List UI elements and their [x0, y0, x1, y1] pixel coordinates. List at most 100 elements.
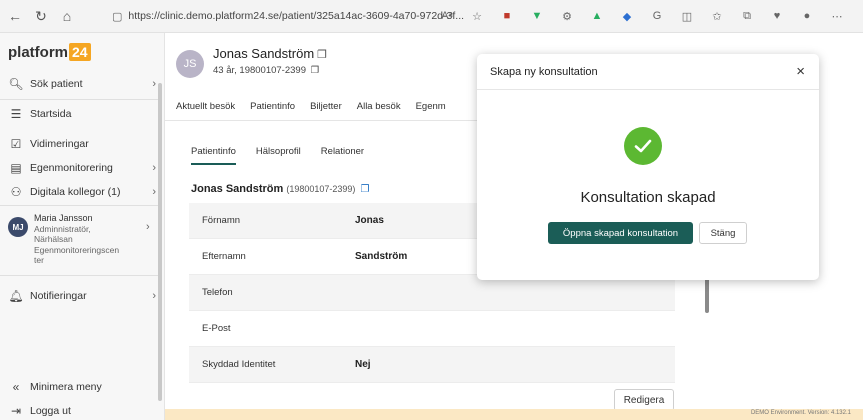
- patient-tabs: Aktuellt besök Patientinfo Biljetter All…: [165, 93, 495, 121]
- people-icon: ⚇: [10, 185, 22, 199]
- extension-green-icon[interactable]: ▼: [526, 6, 548, 26]
- section-title: Jonas Sandström (19800107-2399) ❐: [191, 183, 369, 195]
- sidebar-item-label: Vidimeringar: [30, 138, 89, 150]
- checkbox-icon: ☑: [10, 137, 22, 151]
- avatar: MJ: [8, 217, 28, 237]
- sidebar-item-digitala-kollegor[interactable]: ⚇ Digitala kollegor (1) ›: [8, 185, 156, 199]
- user-org: Egenmonitoreringscen: [34, 244, 120, 255]
- close-icon[interactable]: ×: [796, 63, 805, 80]
- split-screen-icon[interactable]: ◫: [676, 6, 698, 26]
- sidebar-item-egenmonitorering[interactable]: ▤ Egenmonitorering ›: [8, 161, 156, 175]
- back-icon[interactable]: ←: [4, 5, 26, 27]
- row-value: Jonas: [355, 215, 384, 226]
- double-chevron-left-icon: «: [12, 380, 20, 394]
- edit-button[interactable]: Redigera: [614, 389, 674, 411]
- row-label: Efternamn: [202, 251, 246, 262]
- success-message: Konsultation skapad: [580, 189, 716, 206]
- close-button[interactable]: Stäng: [699, 222, 747, 244]
- extension-red-icon[interactable]: ■: [496, 6, 518, 26]
- content-scrollbar[interactable]: [705, 278, 709, 313]
- section-pnr: (19800107-2399): [286, 184, 356, 194]
- logout-icon: ⇥: [10, 404, 22, 418]
- tab-biljetter[interactable]: Biljetter: [310, 101, 342, 112]
- sidebar-item-label: Egenmonitorering: [30, 162, 113, 174]
- extension-blue-icon[interactable]: ◆: [616, 6, 638, 26]
- monitor-icon: ▤: [10, 161, 22, 175]
- patient-name: Jonas Sandström: [213, 46, 315, 61]
- profile-icon[interactable]: ●: [796, 6, 818, 26]
- logo-text: platform: [8, 43, 68, 61]
- address-bar[interactable]: ▢ https://clinic.demo.platform24.se/pati…: [112, 5, 482, 27]
- extension-g-icon[interactable]: G: [646, 6, 668, 26]
- environment-version: DEMO Environment. Version: 4.132.1: [750, 410, 851, 416]
- table-row: Skyddad Identitet Nej: [189, 347, 675, 383]
- favorite-star-icon[interactable]: ☆: [466, 6, 488, 26]
- row-value: Nej: [355, 359, 371, 370]
- user-name: Maria Jansson: [34, 213, 93, 223]
- url-text: https://clinic.demo.platform24.se/patien…: [128, 10, 465, 22]
- copy-icon[interactable]: ❐: [361, 184, 370, 195]
- logout-button[interactable]: ⇥ Logga ut: [8, 404, 156, 418]
- favorites-icon[interactable]: ✩: [706, 6, 728, 26]
- user-role: Adminnistratör,: [34, 223, 91, 234]
- sidebar-item-label: Sök patient: [30, 78, 83, 90]
- row-value: Sandström: [355, 251, 408, 262]
- bell-icon: 🔔︎: [8, 289, 24, 303]
- user-info: Maria Jansson Adminnistratör, Närhälsan …: [34, 213, 134, 266]
- home-icon[interactable]: ⌂: [56, 5, 78, 27]
- copy-icon[interactable]: ❐: [317, 49, 327, 61]
- browser-toolbar: ← ↻ ⌂ ▢ https://clinic.demo.platform24.s…: [0, 0, 863, 33]
- sidebar-item-label: Logga ut: [30, 405, 71, 417]
- subtab-patientinfo[interactable]: Patientinfo: [191, 146, 236, 165]
- divider: [0, 99, 160, 100]
- age-pnr-text: 43 år, 19800107-2399: [213, 65, 306, 76]
- user-org: Närhälsan: [34, 234, 73, 244]
- lock-icon: ▢: [112, 10, 123, 23]
- sidebar-item-label: Notifieringar: [30, 290, 87, 302]
- tab-egenmonitorering[interactable]: Egenm: [416, 101, 446, 112]
- table-row: E-Post: [189, 311, 675, 347]
- logo-number: 24: [69, 43, 91, 61]
- patient-age-pnr: 43 år, 19800107-2399 ❐: [213, 65, 319, 76]
- copy-icon[interactable]: ❐: [311, 65, 320, 76]
- more-icon[interactable]: ⋯: [826, 6, 848, 26]
- minimize-menu-button[interactable]: « Minimera meny: [8, 380, 156, 394]
- row-label: E-Post: [202, 323, 231, 334]
- collections-icon[interactable]: ⧉: [736, 6, 758, 26]
- environment-footer: DEMO Environment. Version: 4.132.1: [165, 409, 863, 420]
- extension-shield-icon[interactable]: ♥: [766, 6, 788, 26]
- browser-extension-icons: Aᵃ ☆ ■ ▼ ⚙ ▲ ◆ G ◫ ✩ ⧉ ♥ ● ⋯: [436, 6, 856, 26]
- open-consultation-button[interactable]: Öppna skapad konsultation: [548, 222, 693, 244]
- platform24-logo[interactable]: platform 24: [8, 43, 91, 61]
- tab-patientinfo[interactable]: Patientinfo: [250, 101, 295, 112]
- reader-mode-icon[interactable]: Aᵃ: [436, 6, 458, 26]
- menu-list-icon: ☰: [10, 107, 22, 121]
- chevron-right-icon: ›: [146, 221, 150, 233]
- sidebar-item-sok-patient[interactable]: 🔍︎ Sök patient ›: [8, 77, 156, 91]
- subtab-relationer[interactable]: Relationer: [321, 146, 364, 165]
- patient-avatar: JS: [176, 50, 204, 78]
- sidebar-item-label: Startsida: [30, 108, 72, 120]
- extension-tree-icon[interactable]: ▲: [586, 6, 608, 26]
- sidebar-item-notifieringar[interactable]: 🔔︎ Notifieringar ›: [8, 289, 156, 303]
- row-label: Telefon: [202, 287, 233, 298]
- table-row: Telefon: [189, 275, 675, 311]
- tab-aktuellt-besok[interactable]: Aktuellt besök: [176, 101, 235, 112]
- chevron-right-icon: ›: [152, 290, 156, 302]
- divider: [0, 205, 160, 206]
- reload-icon[interactable]: ↻: [30, 5, 52, 27]
- extension-gear-icon[interactable]: ⚙: [556, 6, 578, 26]
- create-consultation-modal: Skapa ny konsultation × Konsultation ska…: [477, 54, 819, 280]
- divider: [0, 275, 160, 276]
- sidebar-item-startsida[interactable]: ☰ Startsida: [8, 107, 156, 121]
- patientinfo-subtabs: Patientinfo Hälsoprofil Relationer: [191, 146, 384, 165]
- row-label: Förnamn: [202, 215, 241, 226]
- sidebar: platform 24 🔍︎ Sök patient › ☰ Startsida …: [0, 33, 165, 420]
- modal-header: Skapa ny konsultation ×: [477, 54, 819, 90]
- sidebar-item-vidimeringar[interactable]: ☑ Vidimeringar: [8, 137, 156, 151]
- sidebar-scrollbar[interactable]: [158, 83, 162, 401]
- patient-name-header: Jonas Sandström ❐: [213, 46, 327, 61]
- subtab-halsoprofil[interactable]: Hälsoprofil: [256, 146, 301, 165]
- sidebar-item-label: Minimera meny: [30, 381, 102, 393]
- tab-alla-besok[interactable]: Alla besök: [357, 101, 401, 112]
